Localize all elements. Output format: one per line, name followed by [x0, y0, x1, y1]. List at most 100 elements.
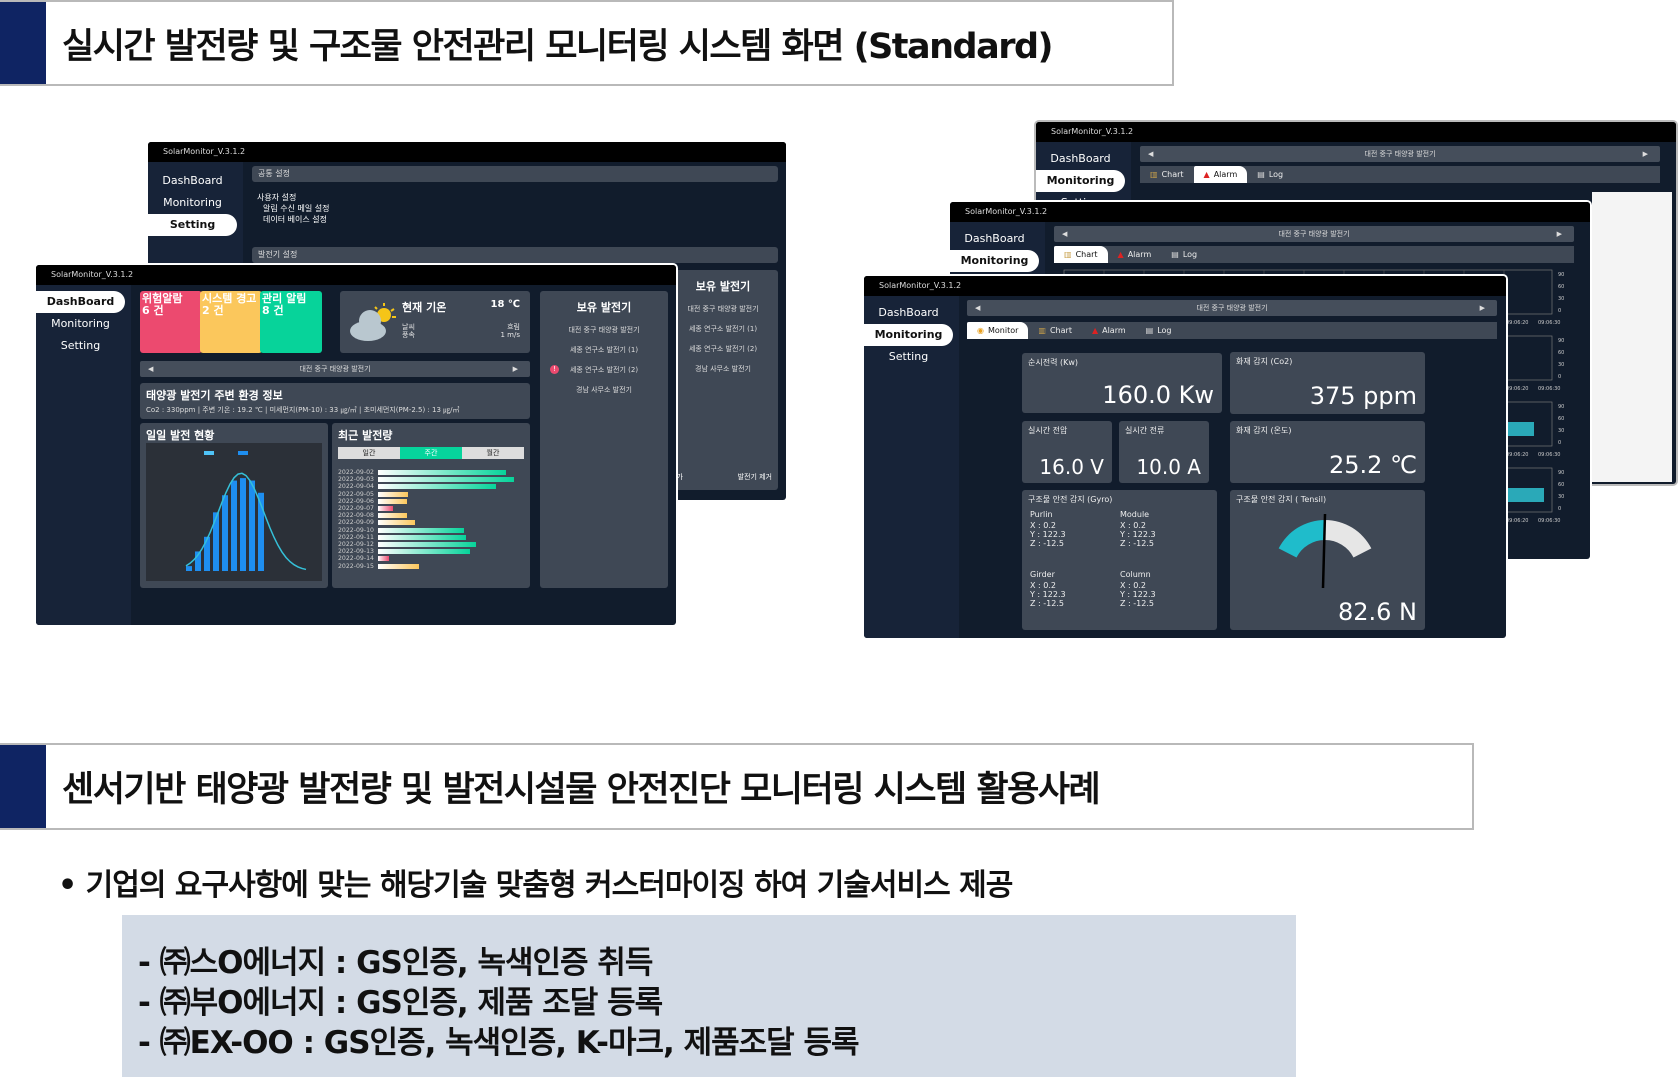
generator-item[interactable]: 대전 중구 태양광 발전기 [668, 304, 778, 314]
tensil-value: 82.6 N [1337, 598, 1417, 626]
recent-row: 2022-09-15 [338, 562, 524, 570]
tab-log[interactable]: ▤ Log [1161, 246, 1207, 263]
nav-dashboard[interactable]: DashBoard [950, 228, 1039, 250]
database-settings-link[interactable]: 데이터 베이스 설정 [257, 214, 330, 225]
nav-dashboard[interactable]: DashBoard [1036, 148, 1125, 170]
recent-date: 2022-09-13 [338, 548, 374, 556]
weather-panel: 현재 기온 18 ℃ 날씨 풍속 흐림 1 m/s [340, 291, 530, 353]
current-value: 10.0 A [1136, 455, 1201, 479]
prev-generator-button[interactable]: ◀ [1148, 146, 1153, 162]
current-label: 실시간 전류 [1125, 426, 1165, 435]
nav-dashboard[interactable]: DashBoard [36, 291, 125, 313]
generator-item[interactable]: 대전 중구 태양광 발전기 [540, 325, 668, 335]
nav-monitoring[interactable]: Monitoring [950, 250, 1039, 272]
nav-setting[interactable]: Setting [864, 346, 953, 368]
tab-log[interactable]: ▤ Log [1247, 166, 1293, 183]
nav-monitoring[interactable]: Monitoring [864, 324, 953, 346]
y-tick-label: 90 [1558, 470, 1564, 476]
power-label: 순시전력 (Kw) [1028, 358, 1079, 367]
generator-item[interactable]: 세종 연구소 발전기 (1) [540, 345, 668, 355]
alert-tiles: 위험알람 6 건 시스템 경고 2 건 관리 알림 8 건 [140, 287, 340, 357]
tensil-gauge [1278, 513, 1372, 589]
tab-alarm[interactable]: ▲ Alarm [1082, 322, 1136, 339]
y-tick-label: 0 [1558, 308, 1561, 314]
next-generator-button[interactable]: ▶ [1557, 226, 1562, 242]
section-title: 센서기반 태양광 발전량 및 발전시설물 안전진단 모니터링 시스템 활용사례 [62, 770, 1101, 810]
user-settings-link[interactable]: 사용자 설정 [257, 192, 330, 203]
owned-generators-panel: 보유 발전기 대전 중구 태양광 발전기 세종 연구소 발전기 (1)! 세종 연구… [540, 291, 668, 588]
co2-card: 화재 감지 (Co2) 375 ppm [1230, 352, 1425, 414]
carousel-label: 대전 중구 태양광 발전기 [1278, 230, 1350, 238]
recent-row: 2022-09-09 [338, 519, 524, 526]
legend-swatch-forecast [204, 451, 214, 455]
period-tab[interactable]: 월간 [462, 447, 524, 459]
generator-name: 세종 연구소 발전기 (2) [569, 366, 639, 374]
recent-bar [378, 498, 407, 504]
generator-name: 경남 사무소 발전기 [576, 386, 632, 394]
recent-date: 2022-09-06 [338, 497, 374, 505]
recent-row: 2022-09-03 [338, 476, 524, 483]
nav-monitoring[interactable]: Monitoring [148, 192, 237, 214]
temperature-card: 화재 감지 (온도) 25.2 ℃ [1230, 421, 1425, 483]
window-titlebar: SolarMonitor_V.3.1.2 [36, 265, 676, 285]
section-title: 실시간 발전량 및 구조물 안전관리 모니터링 시스템 화면 (Standard… [62, 26, 1054, 67]
gyro-part: Module X : 0.2 Y : 122.3 Z : -12.5 [1120, 510, 1156, 548]
recent-row: 2022-09-10 [338, 527, 524, 534]
alert-tile[interactable]: 위험알람 6 건 [140, 291, 202, 353]
generator-item[interactable]: ! 세종 연구소 발전기 (2) [540, 365, 668, 375]
tab-alarm[interactable]: ▲ Alarm [1108, 246, 1162, 263]
nav-dashboard[interactable]: DashBoard [864, 302, 953, 324]
recent-bar [378, 541, 476, 547]
next-generator-button[interactable]: ▶ [1480, 300, 1485, 316]
monitoring-tabs: ▥ Chart ▲ Alarm ▤ Log [1140, 166, 1660, 183]
generator-item[interactable]: 세종 연구소 발전기 (2) [668, 344, 778, 354]
recent-bar [378, 477, 514, 483]
recent-date: 2022-09-11 [338, 533, 374, 541]
nav-setting[interactable]: Setting [148, 214, 237, 236]
prev-generator-button[interactable]: ◀ [148, 361, 153, 377]
generator-item[interactable]: 세종 연구소 발전기 (1) [668, 324, 778, 334]
tab-log[interactable]: ▤ Log [1136, 322, 1182, 339]
document-icon: ▤ [1257, 170, 1265, 179]
section-generator-settings: 발전기 설정 [252, 247, 778, 263]
email-settings-link[interactable]: 알림 수신 메일 설정 [257, 203, 330, 214]
nav-dashboard[interactable]: DashBoard [148, 170, 237, 192]
alert-tile[interactable]: 시스템 경고 2 건 [200, 291, 262, 353]
carousel-label: 대전 중구 태양광 발전기 [299, 365, 371, 373]
owned-generators-title: 보유 발전기 [695, 280, 751, 293]
alert-tile[interactable]: 관리 알림 8 건 [260, 291, 322, 353]
recent-date: 2022-09-10 [338, 526, 374, 534]
x-tick-label: 09:06:20 [1506, 320, 1528, 326]
siren-icon: ▲ [1203, 170, 1210, 179]
generator-item[interactable]: 경남 사무소 발전기 [540, 385, 668, 395]
period-tab[interactable]: 주간 [400, 447, 462, 459]
nav-monitoring[interactable]: Monitoring [36, 313, 125, 335]
next-generator-button[interactable]: ▶ [513, 361, 518, 377]
daily-generation-title: 일일 발전 현황 [146, 429, 215, 442]
remove-generator-button[interactable]: 발전기 제거 [738, 472, 772, 482]
prev-generator-button[interactable]: ◀ [1062, 226, 1067, 242]
nav-monitoring[interactable]: Monitoring [1036, 170, 1125, 192]
next-generator-button[interactable]: ▶ [1643, 146, 1648, 162]
nav-setting[interactable]: Setting [36, 335, 125, 357]
recent-date: 2022-09-12 [338, 540, 374, 548]
chart-icon: ▥ [1064, 250, 1072, 259]
gyro-part: Column X : 0.2 Y : 122.3 Z : -12.5 [1120, 570, 1156, 608]
recent-bar [378, 527, 464, 533]
warning-icon: ! [550, 365, 559, 374]
tab-chart[interactable]: ▥ Chart [1054, 246, 1108, 263]
carousel-label: 대전 중구 태양광 발전기 [1196, 304, 1268, 312]
prev-generator-button[interactable]: ◀ [975, 300, 980, 316]
recent-bar [378, 470, 506, 476]
tab-alarm[interactable]: ▲ Alarm [1193, 166, 1248, 183]
generator-item[interactable]: 경남 사무소 발전기 [668, 364, 778, 374]
tab-chart[interactable]: ▥ Chart [1140, 166, 1194, 183]
sidebar-nav: DashBoard Monitoring Setting [36, 285, 131, 625]
recent-bar [378, 484, 497, 490]
tab-chart[interactable]: ▥ Chart [1028, 322, 1082, 339]
period-tab[interactable]: 일간 [338, 447, 400, 459]
generator-carousel: ◀ 대전 중구 태양광 발전기 ▶ [140, 361, 530, 377]
tab-monitor[interactable]: ◉ Monitor [967, 322, 1029, 339]
banner-accent-bar [0, 2, 46, 84]
y-tick-label: 60 [1558, 350, 1564, 356]
